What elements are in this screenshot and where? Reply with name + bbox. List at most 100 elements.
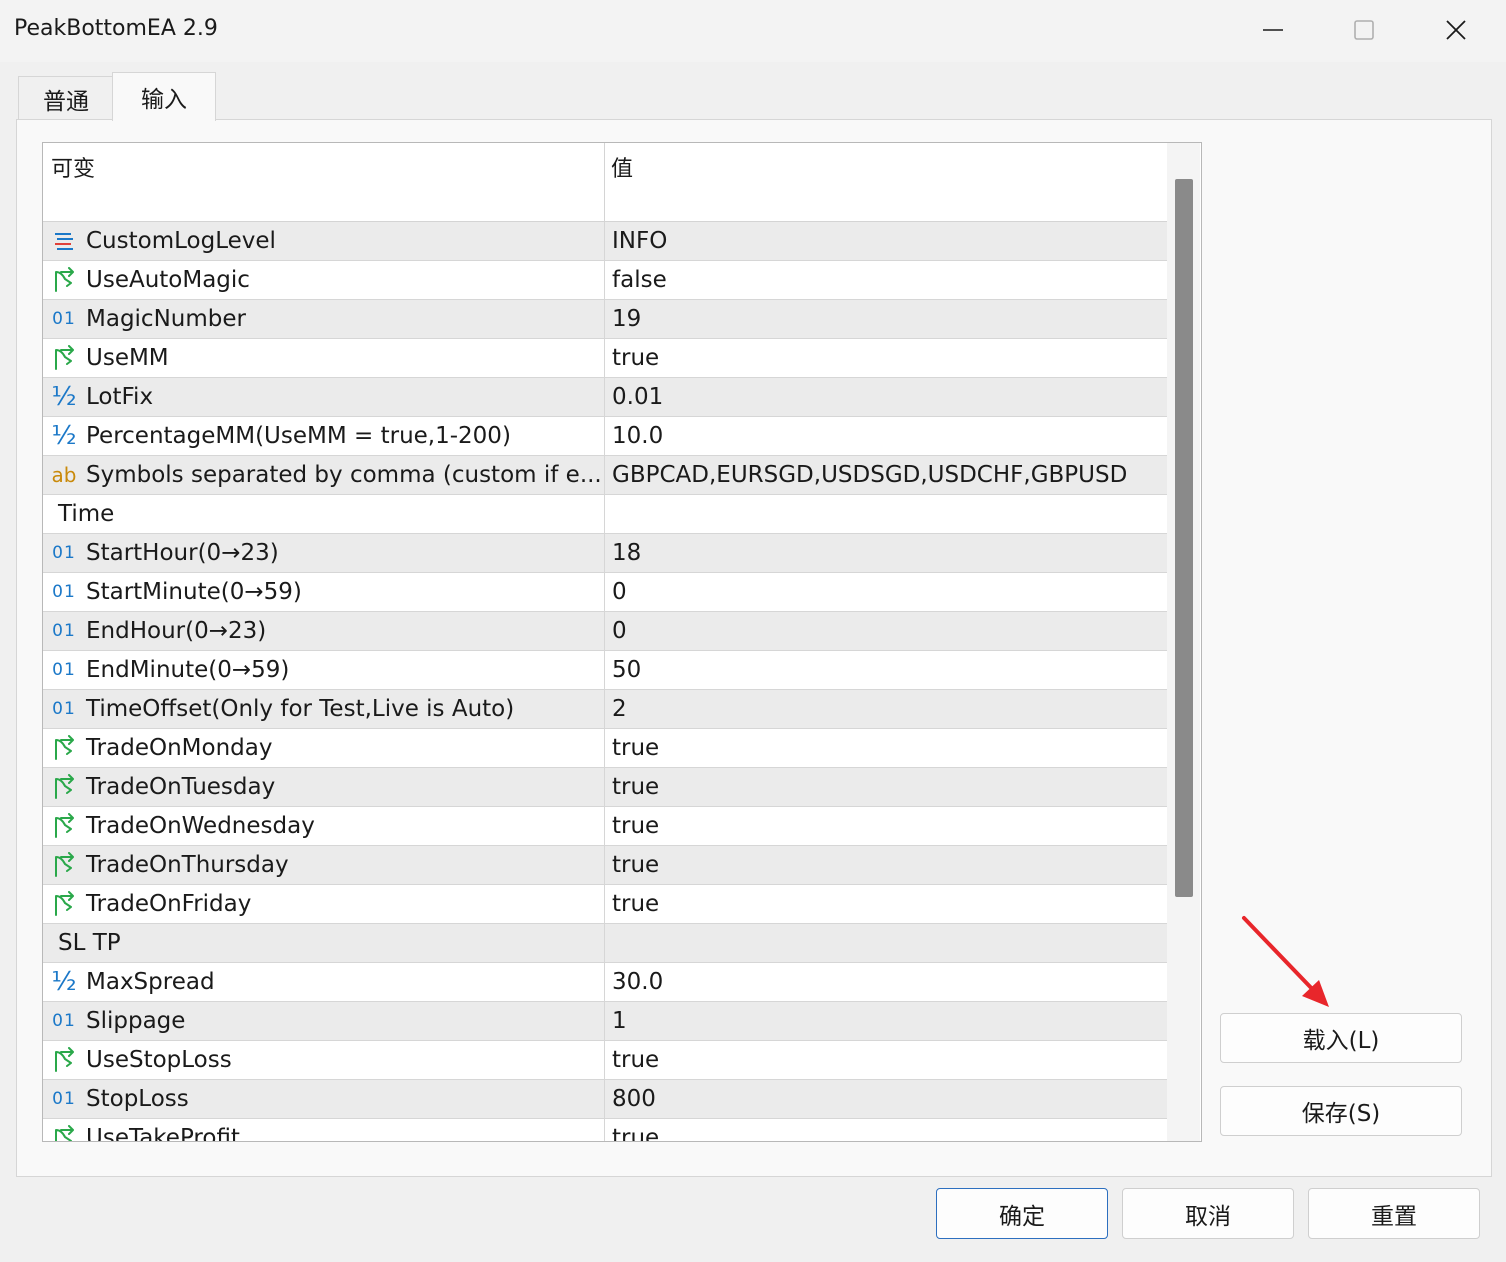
maximize-button[interactable]: [1318, 0, 1410, 60]
parameter-value[interactable]: true: [604, 1041, 1167, 1079]
parameter-value[interactable]: INFO: [604, 222, 1167, 260]
parameter-value[interactable]: 0: [604, 573, 1167, 611]
parameter-name-cell: UseMM: [43, 339, 604, 377]
parameter-name: LotFix: [86, 384, 154, 410]
table-row[interactable]: 01 Slippage 1: [43, 1002, 1167, 1041]
reset-button[interactable]: 重置: [1308, 1188, 1480, 1239]
dialog-window: PeakBottomEA 2.9 普通 输入 可变 值 CustomLogLev…: [0, 0, 1506, 1262]
parameter-value[interactable]: false: [604, 261, 1167, 299]
load-button[interactable]: 载入(L): [1220, 1013, 1462, 1063]
table-row[interactable]: TradeOnTuesday true: [43, 768, 1167, 807]
table-row[interactable]: 01 StartMinute(0→59) 0: [43, 573, 1167, 612]
save-button[interactable]: 保存(S): [1220, 1086, 1462, 1136]
table-row[interactable]: 01 StopLoss 800: [43, 1080, 1167, 1119]
parameter-value[interactable]: true: [604, 846, 1167, 884]
parameter-name: EndHour(0→23): [86, 618, 267, 644]
scrollbar-thumb[interactable]: [1175, 179, 1193, 897]
parameter-name: TradeOnWednesday: [86, 813, 315, 839]
window-title: PeakBottomEA 2.9: [14, 16, 218, 41]
table-row[interactable]: ab Symbols separated by comma (custom if …: [43, 456, 1167, 495]
parameter-name: CustomLogLevel: [86, 228, 276, 254]
table-row[interactable]: ½ MaxSpread 30.0: [43, 963, 1167, 1002]
bool-icon: [50, 773, 78, 801]
minimize-button[interactable]: [1227, 0, 1319, 60]
parameter-name-cell: ½ PercentageMM(UseMM = true,1-200): [43, 417, 604, 455]
bool-icon: [50, 812, 78, 840]
grid-rows: CustomLogLevel INFO UseAutoMagic false 01 Mag…: [43, 222, 1167, 1141]
parameter-value[interactable]: true: [604, 885, 1167, 923]
parameter-name-cell: UseStopLoss: [43, 1041, 604, 1079]
close-icon: [1446, 20, 1466, 40]
table-row[interactable]: TradeOnMonday true: [43, 729, 1167, 768]
parameter-value[interactable]: true: [604, 1119, 1167, 1141]
table-row[interactable]: UseAutoMagic false: [43, 261, 1167, 300]
bool-icon: [50, 266, 78, 294]
parameter-name-cell: 01 Slippage: [43, 1002, 604, 1040]
table-row[interactable]: TradeOnThursday true: [43, 846, 1167, 885]
int-icon: 01: [52, 660, 76, 680]
parameter-name-cell: CustomLogLevel: [43, 222, 604, 260]
parameter-name-cell: TradeOnMonday: [43, 729, 604, 767]
table-row[interactable]: TradeOnFriday true: [43, 885, 1167, 924]
table-row[interactable]: Time: [43, 495, 1167, 534]
int-icon: 01: [52, 1011, 76, 1031]
table-row[interactable]: 01 EndMinute(0→59) 50: [43, 651, 1167, 690]
int-icon: 01: [52, 621, 76, 641]
parameter-name: UseAutoMagic: [86, 267, 250, 293]
table-row[interactable]: 01 MagicNumber 19: [43, 300, 1167, 339]
parameter-name: UseMM: [86, 345, 169, 371]
table-row[interactable]: TradeOnWednesday true: [43, 807, 1167, 846]
int-icon: 01: [52, 543, 76, 563]
parameter-name-cell: 01 StartMinute(0→59): [43, 573, 604, 611]
parameter-name-cell: 01 MagicNumber: [43, 300, 604, 338]
vertical-scrollbar[interactable]: [1167, 143, 1200, 1141]
parameter-name-cell: Time: [43, 495, 604, 533]
column-divider[interactable]: [604, 143, 605, 221]
double-icon: ½: [51, 382, 77, 412]
table-row[interactable]: 01 StartHour(0→23) 18: [43, 534, 1167, 573]
parameter-name: PercentageMM(UseMM = true,1-200): [86, 423, 511, 449]
tab-input[interactable]: 输入: [112, 72, 216, 121]
parameter-value[interactable]: true: [604, 729, 1167, 767]
maximize-icon: [1354, 20, 1374, 40]
parameter-value[interactable]: 1: [604, 1002, 1167, 1040]
parameter-name-cell: 01 EndHour(0→23): [43, 612, 604, 650]
parameter-value[interactable]: 0.01: [604, 378, 1167, 416]
parameter-value[interactable]: GBPCAD,EURSGD,USDSGD,USDCHF,GBPUSD: [604, 456, 1167, 494]
table-row[interactable]: UseStopLoss true: [43, 1041, 1167, 1080]
table-row[interactable]: 01 TimeOffset(Only for Test,Live is Auto)…: [43, 690, 1167, 729]
parameter-name: TradeOnThursday: [86, 852, 289, 878]
parameter-value[interactable]: [604, 924, 1167, 962]
column-header-variable[interactable]: 可变: [51, 151, 95, 183]
parameter-name: Time: [58, 501, 115, 527]
close-button[interactable]: [1410, 0, 1502, 60]
parameter-value[interactable]: true: [604, 768, 1167, 806]
parameter-value[interactable]: 18: [604, 534, 1167, 572]
ok-button[interactable]: 确定: [936, 1188, 1108, 1239]
parameter-value[interactable]: 10.0: [604, 417, 1167, 455]
parameter-value[interactable]: 30.0: [604, 963, 1167, 1001]
parameter-value[interactable]: 50: [604, 651, 1167, 689]
column-header-value[interactable]: 值: [611, 151, 633, 183]
table-row[interactable]: CustomLogLevel INFO: [43, 222, 1167, 261]
parameter-value[interactable]: 800: [604, 1080, 1167, 1118]
parameter-value[interactable]: 0: [604, 612, 1167, 650]
table-row[interactable]: ½ LotFix 0.01: [43, 378, 1167, 417]
parameter-value[interactable]: [604, 495, 1167, 533]
bool-icon: [50, 890, 78, 918]
cancel-button[interactable]: 取消: [1122, 1188, 1294, 1239]
table-row[interactable]: UseTakeProfit true: [43, 1119, 1167, 1141]
tab-general[interactable]: 普通: [18, 76, 114, 121]
parameter-name: StartMinute(0→59): [86, 579, 302, 605]
parameter-value[interactable]: 19: [604, 300, 1167, 338]
table-row[interactable]: SL TP: [43, 924, 1167, 963]
table-row[interactable]: 01 EndHour(0→23) 0: [43, 612, 1167, 651]
parameter-name: Slippage: [86, 1008, 186, 1034]
string-icon: ab: [51, 463, 77, 487]
parameter-value[interactable]: true: [604, 807, 1167, 845]
parameter-value[interactable]: true: [604, 339, 1167, 377]
title-bar[interactable]: PeakBottomEA 2.9: [0, 0, 1506, 62]
table-row[interactable]: ½ PercentageMM(UseMM = true,1-200) 10.0: [43, 417, 1167, 456]
table-row[interactable]: UseMM true: [43, 339, 1167, 378]
parameter-value[interactable]: 2: [604, 690, 1167, 728]
